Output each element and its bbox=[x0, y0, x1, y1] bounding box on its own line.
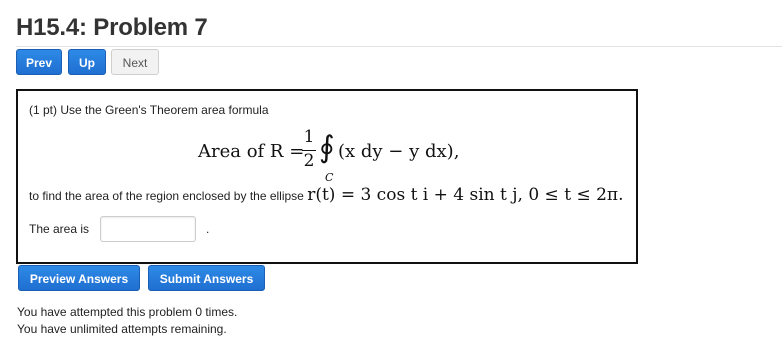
preview-answers-button[interactable]: Preview Answers bbox=[18, 265, 140, 291]
contour-label: C bbox=[325, 171, 334, 184]
next-button[interactable]: Next bbox=[111, 49, 159, 75]
page-title: H15.4: Problem 7 bbox=[16, 14, 208, 41]
submit-answers-button[interactable]: Submit Answers bbox=[148, 265, 265, 291]
instruction-text: to find the area of the region enclosed … bbox=[29, 189, 308, 203]
formula-lhs: Area of R = bbox=[198, 141, 305, 162]
fraction-numerator: 1 bbox=[303, 127, 315, 147]
title-divider bbox=[16, 46, 782, 47]
up-button[interactable]: Up bbox=[68, 49, 106, 75]
problem-instruction: to find the area of the region enclosed … bbox=[29, 185, 623, 205]
problem-box: (1 pt) Use the Green's Theorem area form… bbox=[16, 89, 638, 264]
greens-theorem-formula: Area of R = 1 2 ∮ C (x dy − y dx), bbox=[198, 127, 518, 187]
problem-intro: (1 pt) Use the Green's Theorem area form… bbox=[29, 103, 269, 117]
prev-button[interactable]: Prev bbox=[16, 49, 62, 75]
answer-label: The area is bbox=[29, 222, 90, 236]
contour-integral-symbol: ∮ bbox=[319, 130, 335, 165]
remaining-status: You have unlimited attempts remaining. bbox=[17, 322, 227, 336]
fraction-denominator: 2 bbox=[303, 151, 315, 171]
ellipse-equation: r(t) = 3 cos t i + 4 sin t j, 0 ≤ t ≤ 2π… bbox=[307, 185, 624, 205]
answer-input[interactable] bbox=[100, 216, 196, 242]
attempts-status: You have attempted this problem 0 times. bbox=[17, 305, 238, 319]
formula-integrand: (x dy − y dx), bbox=[338, 141, 460, 162]
answer-suffix: . bbox=[206, 222, 210, 236]
